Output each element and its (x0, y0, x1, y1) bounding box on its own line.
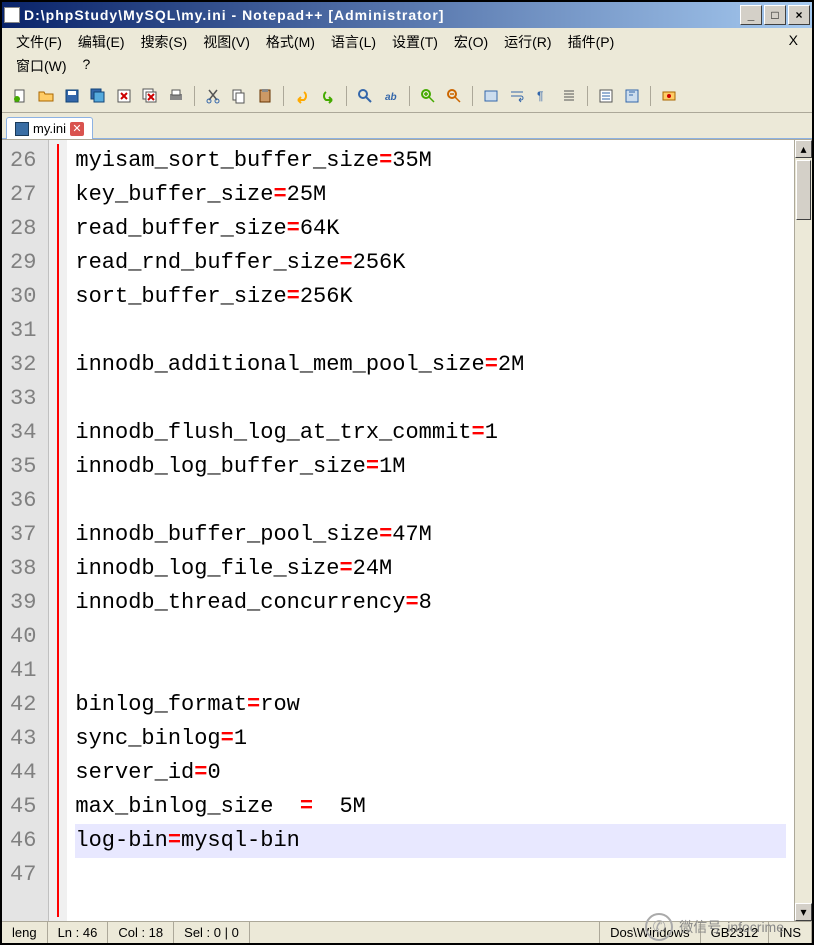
code-line[interactable]: sort_buffer_size=256K (75, 280, 786, 314)
tab-filename: my.ini (33, 121, 66, 136)
print-button[interactable] (164, 84, 188, 108)
replace-button[interactable]: ab (379, 84, 403, 108)
menu-macro[interactable]: 宏(O) (446, 30, 496, 54)
menu-help[interactable]: ? (75, 54, 99, 78)
paste-button[interactable] (253, 84, 277, 108)
status-line: Ln : 46 (48, 922, 109, 943)
status-selection: Sel : 0 | 0 (174, 922, 250, 943)
scroll-up-button[interactable]: ▴ (795, 140, 812, 158)
code-line[interactable] (75, 654, 786, 688)
code-line[interactable]: read_buffer_size=64K (75, 212, 786, 246)
menu-language[interactable]: 语言(L) (323, 30, 384, 54)
show-all-button[interactable]: ¶ (531, 84, 555, 108)
maximize-button[interactable]: □ (764, 5, 786, 25)
window-buttons: _ □ × (740, 5, 810, 25)
zoom-in-button[interactable] (416, 84, 440, 108)
file-tab[interactable]: my.ini ✕ (6, 117, 93, 139)
code-line[interactable]: server_id=0 (75, 756, 786, 790)
status-encoding: GB2312 (701, 922, 770, 943)
code-line[interactable] (75, 620, 786, 654)
menu-file[interactable]: 文件(F) (8, 30, 70, 54)
app-icon (4, 7, 20, 23)
save-all-button[interactable] (86, 84, 110, 108)
close-button[interactable]: × (788, 5, 810, 25)
close-all-button[interactable] (138, 84, 162, 108)
minimize-button[interactable]: _ (740, 5, 762, 25)
status-column: Col : 18 (108, 922, 174, 943)
doc-map-button[interactable] (620, 84, 644, 108)
code-line[interactable]: sync_binlog=1 (75, 722, 786, 756)
wrap-button[interactable] (505, 84, 529, 108)
code-line[interactable]: binlog_format=row (75, 688, 786, 722)
titlebar[interactable]: D:\phpStudy\MySQL\my.ini - Notepad++ [Ad… (2, 2, 812, 28)
svg-text:¶: ¶ (537, 89, 543, 103)
scroll-down-button[interactable]: ▾ (795, 903, 812, 921)
code-line[interactable]: innodb_flush_log_at_trx_commit=1 (75, 416, 786, 450)
code-line[interactable] (75, 858, 786, 892)
undo-button[interactable] (290, 84, 314, 108)
code-line[interactable]: innodb_buffer_pool_size=47M (75, 518, 786, 552)
code-line[interactable]: key_buffer_size=25M (75, 178, 786, 212)
menu-plugins[interactable]: 插件(P) (560, 30, 623, 54)
tabbar: my.ini ✕ (2, 113, 812, 139)
code-area[interactable]: myisam_sort_buffer_size=35Mkey_buffer_si… (67, 140, 794, 921)
redo-button[interactable] (316, 84, 340, 108)
menu-search[interactable]: 搜索(S) (133, 30, 196, 54)
code-line[interactable]: innodb_log_file_size=24M (75, 552, 786, 586)
status-mode: INS (769, 922, 812, 943)
code-line[interactable] (75, 314, 786, 348)
code-line[interactable] (75, 484, 786, 518)
save-button[interactable] (60, 84, 84, 108)
cut-button[interactable] (201, 84, 225, 108)
code-line[interactable]: innodb_thread_concurrency=8 (75, 586, 786, 620)
zoom-out-button[interactable] (442, 84, 466, 108)
scroll-thumb[interactable] (796, 160, 811, 220)
menu-run[interactable]: 运行(R) (496, 30, 559, 54)
status-spacer (250, 922, 600, 943)
save-icon (15, 122, 29, 136)
menu-edit[interactable]: 编辑(E) (70, 30, 133, 54)
record-macro-button[interactable] (657, 84, 681, 108)
code-line[interactable]: myisam_sort_buffer_size=35M (75, 144, 786, 178)
code-line[interactable]: max_binlog_size = 5M (75, 790, 786, 824)
code-line[interactable]: read_rnd_buffer_size=256K (75, 246, 786, 280)
code-line[interactable]: innodb_additional_mem_pool_size=2M (75, 348, 786, 382)
status-length: leng (2, 922, 48, 943)
menu-window[interactable]: 窗口(W) (8, 54, 75, 78)
sync-scroll-button[interactable] (479, 84, 503, 108)
toolbar: ab ¶ (2, 80, 812, 113)
tab-close-button[interactable]: ✕ (70, 122, 84, 136)
menubar: 文件(F) 编辑(E) 搜索(S) 视图(V) 格式(M) 语言(L) 设置(T… (2, 28, 812, 80)
copy-button[interactable] (227, 84, 251, 108)
code-line[interactable] (75, 382, 786, 416)
statusbar: leng Ln : 46 Col : 18 Sel : 0 | 0 Dos\Wi… (2, 921, 812, 943)
app-window: D:\phpStudy\MySQL\my.ini - Notepad++ [Ad… (0, 0, 814, 945)
menu-view[interactable]: 视图(V) (195, 30, 258, 54)
open-file-button[interactable] (34, 84, 58, 108)
fold-margin (49, 140, 67, 921)
menu-settings[interactable]: 设置(T) (384, 30, 446, 54)
new-file-button[interactable] (8, 84, 32, 108)
find-button[interactable] (353, 84, 377, 108)
menu-overflow-x[interactable]: X (781, 30, 806, 54)
close-file-button[interactable] (112, 84, 136, 108)
line-number-gutter: 2627282930313233343536373839404142434445… (2, 140, 49, 921)
status-eol: Dos\Windows (600, 922, 700, 943)
function-list-button[interactable] (594, 84, 618, 108)
editor: 2627282930313233343536373839404142434445… (2, 139, 812, 921)
code-line[interactable]: log-bin=mysql-bin (75, 824, 786, 858)
indent-guide-button[interactable] (557, 84, 581, 108)
menu-format[interactable]: 格式(M) (258, 30, 323, 54)
svg-text:ab: ab (385, 92, 397, 103)
vertical-scrollbar[interactable]: ▴ ▾ (794, 140, 812, 921)
code-line[interactable]: innodb_log_buffer_size=1M (75, 450, 786, 484)
window-title: D:\phpStudy\MySQL\my.ini - Notepad++ [Ad… (24, 7, 740, 23)
